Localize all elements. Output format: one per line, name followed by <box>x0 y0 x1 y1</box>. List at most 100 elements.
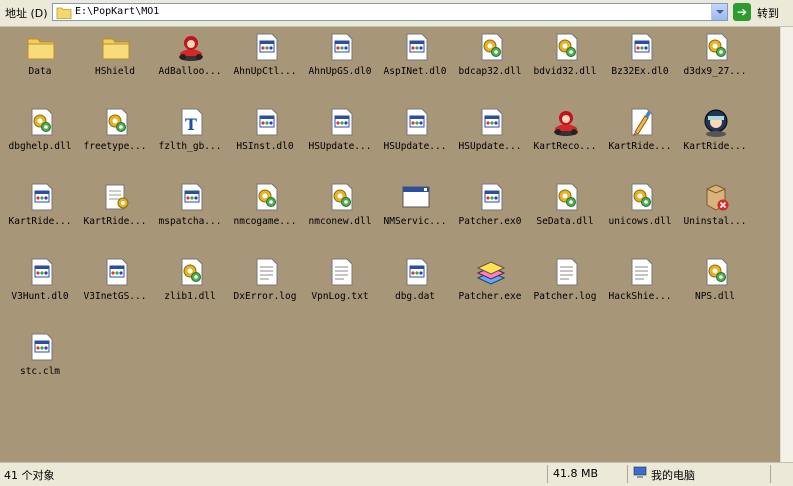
file-item[interactable]: Patcher.ex0 <box>453 177 527 247</box>
file-name: AhnUpCtl... <box>233 66 297 77</box>
file-name: Bz32Ex.dl0 <box>611 66 669 77</box>
text-icon <box>331 258 353 286</box>
file-item[interactable]: Data <box>3 27 77 97</box>
file-item[interactable]: AhnUpCtl... <box>228 27 302 97</box>
file-item[interactable]: KartRide... <box>603 102 677 172</box>
file-name: NMServic... <box>383 216 447 227</box>
file-item[interactable]: bdcap32.dll <box>453 27 527 97</box>
file-name: Uninstal... <box>683 216 747 227</box>
file-item[interactable]: mspatcha... <box>153 177 227 247</box>
object-count: 41 个对象 <box>4 469 55 482</box>
vertical-scrollbar[interactable] <box>780 27 793 462</box>
go-arrow-icon: ➔ <box>733 3 751 21</box>
file-item[interactable]: dbg.dat <box>378 252 452 322</box>
dll-window-icon <box>31 183 53 211</box>
file-list-view[interactable]: Data HShield AdBalloo... AhnUpCtl... AhnUpGS… <box>0 27 780 462</box>
file-item[interactable]: AspINet.dl0 <box>378 27 452 97</box>
total-size: 41.8 MB <box>553 467 599 480</box>
file-item[interactable]: freetype... <box>78 102 152 172</box>
file-item[interactable]: HackShie... <box>603 252 677 322</box>
file-name: HSUpdate... <box>308 141 372 152</box>
dll-gear-icon <box>631 183 653 211</box>
notepad-gear-icon <box>105 184 129 210</box>
file-item[interactable]: nmconew.dll <box>303 177 377 247</box>
file-name: mspatcha... <box>158 216 222 227</box>
go-button[interactable]: ➔ 转到 <box>733 3 791 21</box>
folder-icon <box>27 38 55 60</box>
file-name: AspINet.dl0 <box>383 66 447 77</box>
file-item[interactable]: HSUpdate... <box>378 102 452 172</box>
my-computer-icon <box>633 466 647 478</box>
file-name: SeData.dll <box>536 216 594 227</box>
file-item[interactable]: KartReco... <box>528 102 602 172</box>
file-item[interactable]: nmcogame... <box>228 177 302 247</box>
file-item[interactable]: HSUpdate... <box>453 102 527 172</box>
dll-gear-icon <box>481 33 503 61</box>
file-name: DxError.log <box>233 291 297 302</box>
dll-window-icon <box>31 258 53 286</box>
file-name: HShield <box>94 66 136 77</box>
address-dropdown-button[interactable] <box>711 4 727 20</box>
file-name: NPS.dll <box>694 291 736 302</box>
kart-icon <box>554 111 578 136</box>
file-name: Patcher.log <box>533 291 597 302</box>
file-item[interactable]: KartRide... <box>3 177 77 247</box>
status-divider <box>770 465 771 483</box>
dll-gear-icon <box>181 258 203 286</box>
file-item[interactable]: HSInst.dl0 <box>228 102 302 172</box>
file-item[interactable]: AhnUpGS.dl0 <box>303 27 377 97</box>
file-item[interactable]: VpnLog.txt <box>303 252 377 322</box>
file-name: bdcap32.dll <box>458 66 522 77</box>
file-item[interactable]: DxError.log <box>228 252 302 322</box>
address-label: 地址 (D) <box>5 7 48 20</box>
dll-gear-icon <box>556 33 578 61</box>
file-item[interactable]: zlib1.dll <box>153 252 227 322</box>
dll-gear-icon <box>706 33 728 61</box>
folder-icon <box>102 38 130 60</box>
file-item[interactable]: bdvid32.dll <box>528 27 602 97</box>
text-icon <box>631 258 653 286</box>
dll-window-icon <box>256 108 278 136</box>
file-item[interactable]: HShield <box>78 27 152 97</box>
chevron-down-icon <box>716 10 724 14</box>
file-name: AhnUpGS.dl0 <box>308 66 372 77</box>
file-item[interactable]: Tfzlth_gb... <box>153 102 227 172</box>
file-name: unicows.dll <box>608 216 672 227</box>
file-item[interactable]: Bz32Ex.dl0 <box>603 27 677 97</box>
file-name: KartRide... <box>83 216 147 227</box>
dll-window-icon <box>181 183 203 211</box>
file-name: stc.clm <box>19 366 61 377</box>
file-item[interactable]: d3dx9_27... <box>678 27 752 97</box>
svg-text:T: T <box>185 115 197 134</box>
dll-window-icon <box>331 108 353 136</box>
file-item[interactable]: KartRide... <box>78 177 152 247</box>
file-item[interactable]: KartRide... <box>678 102 752 172</box>
file-item[interactable]: V3InetGS... <box>78 252 152 322</box>
file-item[interactable]: V3Hunt.dl0 <box>3 252 77 322</box>
dll-gear-icon <box>331 183 353 211</box>
font-icon: T <box>181 108 203 136</box>
file-item[interactable]: dbghelp.dll <box>3 102 77 172</box>
address-input[interactable]: E:\PopKart\MO1 <box>52 3 728 21</box>
file-name: HSUpdate... <box>458 141 522 152</box>
file-item[interactable]: Patcher.log <box>528 252 602 322</box>
file-name: HSInst.dl0 <box>236 141 294 152</box>
file-name: AdBalloo... <box>158 66 222 77</box>
dll-window-icon <box>406 33 428 61</box>
file-item[interactable]: unicows.dll <box>603 177 677 247</box>
file-item[interactable]: AdBalloo... <box>153 27 227 97</box>
file-name: dbghelp.dll <box>8 141 72 152</box>
file-item[interactable]: NMServic... <box>378 177 452 247</box>
file-item[interactable]: SeData.dll <box>528 177 602 247</box>
text-icon <box>256 258 278 286</box>
file-name: KartRide... <box>683 141 747 152</box>
file-item[interactable]: NPS.dll <box>678 252 752 322</box>
file-item[interactable]: stc.clm <box>3 327 77 397</box>
file-name: KartReco... <box>533 141 597 152</box>
dll-gear-icon <box>106 108 128 136</box>
file-name: HackShie... <box>608 291 672 302</box>
file-item[interactable]: Uninstal... <box>678 177 752 247</box>
file-item[interactable]: Patcher.exe <box>453 252 527 322</box>
file-name: KartRide... <box>8 216 72 227</box>
file-item[interactable]: HSUpdate... <box>303 102 377 172</box>
